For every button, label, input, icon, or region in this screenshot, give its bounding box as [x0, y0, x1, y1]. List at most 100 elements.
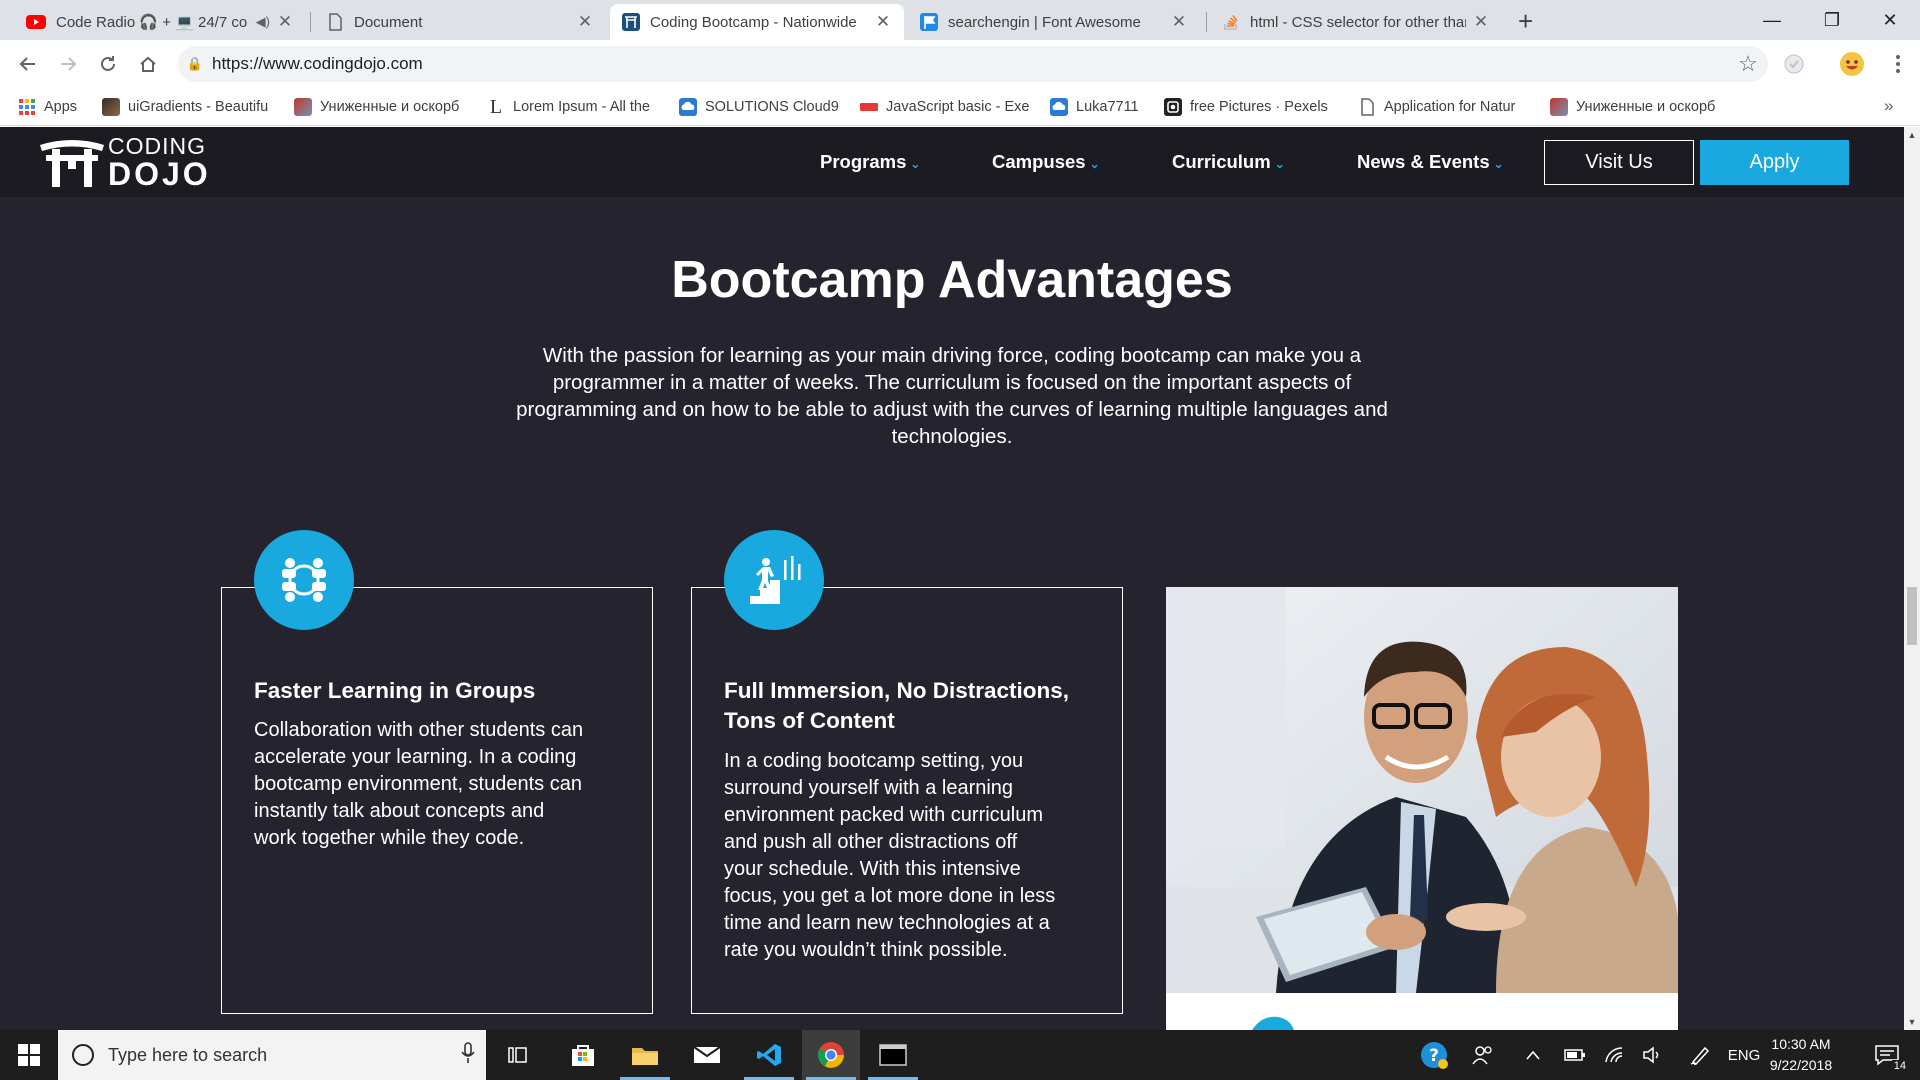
help-icon[interactable]: ? — [1414, 1030, 1454, 1080]
close-icon[interactable]: ✕ — [1472, 12, 1490, 32]
bookmark-book-1[interactable]: Униженные и оскорб — [294, 97, 464, 117]
tab-title: Coding Bootcamp - Nationwide — [650, 13, 857, 31]
bookmark-uigradients[interactable]: uiGradients - Beautifu — [102, 97, 272, 117]
intro-line: technologies. — [891, 425, 1013, 448]
stairs-climbing-icon — [724, 530, 824, 630]
vscode-icon[interactable] — [740, 1030, 798, 1080]
bookmark-javascript-basic[interactable]: JavaScript basic - Exe — [860, 97, 1035, 117]
card-text-line: environment packed with curriculum — [724, 804, 1044, 826]
nav-curriculum[interactable]: Curriculum ⌄ — [1172, 151, 1285, 173]
bookmark-label: free Pictures · Pexels — [1190, 99, 1328, 115]
nav-label: Campuses — [992, 151, 1086, 172]
restore-button[interactable]: ❐ — [1812, 4, 1852, 36]
bookmark-pexels[interactable]: free Pictures · Pexels — [1164, 97, 1334, 117]
tab-stackoverflow[interactable]: html - CSS selector for other than ✕ — [1210, 4, 1502, 40]
battery-icon[interactable] — [1560, 1030, 1590, 1080]
bookmark-book-2[interactable]: Униженные и оскорб — [1550, 97, 1720, 117]
advantage-card-groups: Faster Learning in Groups Collaboration … — [221, 530, 653, 1014]
back-button[interactable] — [12, 48, 44, 80]
scroll-down-icon[interactable]: ▼ — [1904, 1014, 1920, 1030]
bookmarks-overflow-icon[interactable]: » — [1884, 96, 1893, 116]
bookmark-lorem-ipsum[interactable]: L Lorem Ipsum - All the — [487, 97, 657, 117]
section-intro: With the passion for learning as your ma… — [472, 342, 1432, 450]
close-icon[interactable]: ✕ — [874, 12, 892, 32]
url-input[interactable] — [212, 54, 1728, 74]
page-scrollbar[interactable]: ▲ ▼ — [1904, 127, 1920, 1030]
wifi-icon[interactable] — [1600, 1030, 1630, 1080]
bookmark-label: JavaScript basic - Exe — [886, 99, 1030, 115]
tab-coding-bootcamp[interactable]: Coding Bootcamp - Nationwide ✕ — [610, 4, 904, 40]
intro-line: With the passion for learning as your ma… — [542, 344, 1362, 367]
book-icon — [294, 98, 312, 116]
chrome-icon[interactable] — [802, 1030, 860, 1080]
bookmark-star-icon[interactable]: ☆ — [1728, 51, 1768, 77]
profile-avatar-icon[interactable] — [1838, 50, 1866, 78]
bookmark-label: Униженные и оскорб — [320, 99, 460, 115]
bookmark-apps[interactable]: Apps — [18, 97, 88, 117]
page-viewport: CODING DOJO Programs ⌄ Campuses ⌄ Curricul… — [0, 127, 1904, 1030]
taskbar-search-box[interactable]: Type here to search — [58, 1030, 486, 1080]
microsoft-store-icon[interactable] — [554, 1030, 612, 1080]
scroll-up-icon[interactable]: ▲ — [1904, 127, 1920, 143]
close-window-button[interactable]: ✕ — [1870, 4, 1910, 36]
bookmark-application[interactable]: Application for Natur — [1358, 97, 1528, 117]
windows-logo-icon — [18, 1044, 40, 1066]
coding-dojo-icon — [622, 13, 640, 31]
bookmark-cloud9[interactable]: SOLUTIONS Cloud9 — [679, 97, 849, 117]
microphone-icon[interactable] — [450, 1041, 486, 1069]
tab-code-radio[interactable]: Code Radio 🎧 + 💻 24/7 co ◀) ✕ — [14, 4, 306, 40]
home-button[interactable] — [132, 48, 164, 80]
mail-icon[interactable] — [678, 1030, 736, 1080]
card-text: In a coding bootcamp setting, you surrou… — [724, 748, 1109, 964]
extension-icon[interactable] — [1780, 50, 1808, 78]
bookmark-label: Униженные и оскорб — [1576, 99, 1716, 115]
close-icon[interactable]: ✕ — [576, 12, 594, 32]
file-explorer-icon[interactable] — [616, 1030, 674, 1080]
card-text-line: Collaboration with other students can — [254, 719, 584, 741]
language-indicator[interactable]: ENG — [1726, 1030, 1762, 1080]
action-center-icon[interactable]: 14 — [1866, 1030, 1912, 1080]
chevron-up-icon[interactable] — [1518, 1030, 1548, 1080]
nav-programs[interactable]: Programs ⌄ — [820, 151, 920, 173]
cortana-icon — [72, 1044, 94, 1066]
visit-us-button[interactable]: Visit Us — [1544, 140, 1694, 185]
forward-button[interactable] — [52, 48, 84, 80]
pen-workspace-icon[interactable] — [1684, 1030, 1716, 1080]
nav-campuses[interactable]: Campuses ⌄ — [992, 151, 1100, 173]
menu-dots-icon[interactable] — [1884, 50, 1912, 78]
business-people-with-tablet-photo — [1166, 587, 1678, 1030]
nav-news-events[interactable]: News & Events ⌄ — [1357, 151, 1504, 173]
reload-button[interactable] — [92, 48, 124, 80]
chevron-down-icon: ⌄ — [910, 157, 921, 171]
card-text-line: time and learn new technologies at a — [724, 912, 1050, 934]
close-icon[interactable]: ✕ — [276, 12, 294, 32]
nav-label: News & Events — [1357, 151, 1490, 172]
people-icon[interactable] — [1466, 1030, 1500, 1080]
browser-toolbar: 🔒 ☆ — [0, 40, 1920, 88]
clock-date: 9/22/2018 — [1769, 1057, 1833, 1073]
close-icon[interactable]: ✕ — [1170, 12, 1188, 32]
bookmark-label: Application for Natur — [1384, 99, 1516, 115]
terminal-icon[interactable] — [864, 1030, 922, 1080]
card-text-line: work together while they code. — [254, 827, 525, 849]
minimize-button[interactable]: — — [1752, 4, 1792, 36]
start-button[interactable] — [0, 1030, 58, 1080]
reload-icon — [101, 56, 115, 71]
scrollbar-thumb[interactable] — [1907, 587, 1917, 645]
speaker-icon[interactable]: ◀) — [256, 14, 270, 30]
card-title-line: Full Immersion, No Distractions, — [724, 678, 1070, 703]
card-text-line: surround yourself with a learning — [724, 777, 1014, 799]
address-bar[interactable]: 🔒 ☆ — [178, 46, 1768, 82]
tab-document[interactable]: Document ✕ — [314, 4, 606, 40]
bookmark-label: Apps — [44, 99, 78, 115]
tab-font-awesome[interactable]: searchengin | Font Awesome ✕ — [908, 4, 1200, 40]
apply-button[interactable]: Apply — [1700, 140, 1849, 185]
site-logo[interactable]: CODING DOJO — [38, 135, 211, 190]
volume-icon[interactable] — [1638, 1030, 1668, 1080]
bookmark-luka7711[interactable]: Luka7711 — [1050, 97, 1150, 117]
cloud9-icon — [679, 98, 697, 116]
new-tab-button[interactable]: + — [1518, 6, 1533, 37]
taskbar-clock[interactable]: 10:30 AM 9/22/2018 — [1760, 1034, 1842, 1076]
task-view-icon[interactable] — [490, 1030, 548, 1080]
card-title: Full Immersion, No Distractions, Tons of… — [724, 676, 1104, 736]
